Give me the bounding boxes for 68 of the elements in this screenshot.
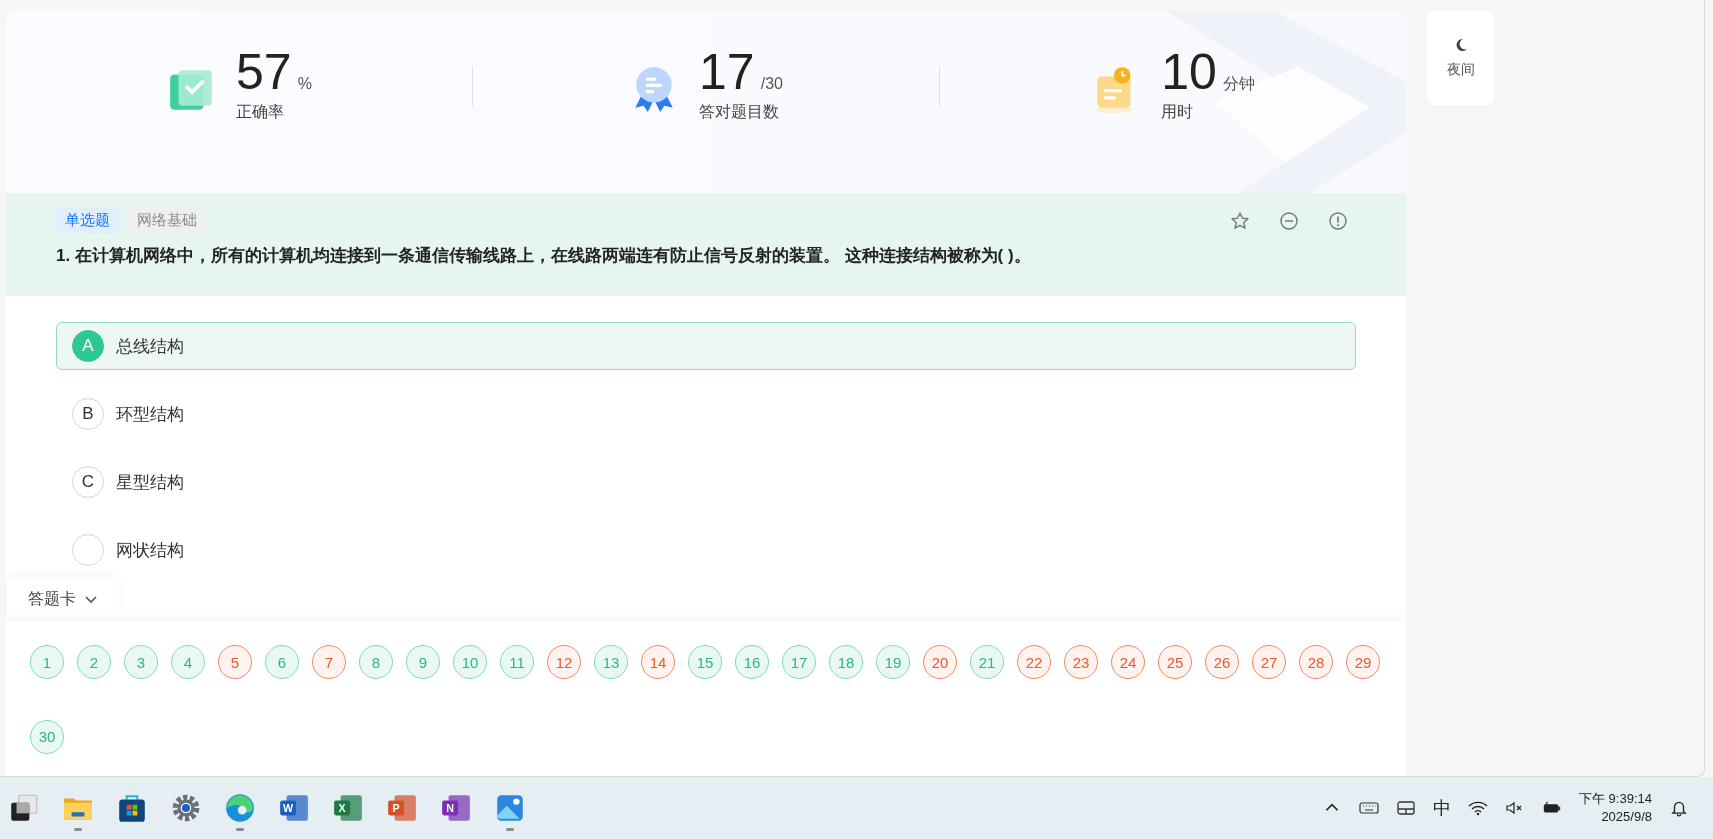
question-number[interactable]: 21 (970, 645, 1004, 679)
input-method-indicator[interactable]: 中 (1433, 796, 1451, 820)
stat-label: 用时 (1161, 102, 1195, 122)
minus-circle-icon[interactable] (1279, 210, 1299, 231)
question-number[interactable]: 19 (876, 645, 910, 679)
night-mode-button[interactable]: 夜间 (1427, 11, 1494, 105)
question-number[interactable]: 17 (782, 645, 816, 679)
question-number[interactable]: 3 (124, 645, 158, 679)
answer-option[interactable]: 网状结构 (56, 526, 1356, 574)
stat-unit: 分钟 (1222, 74, 1255, 94)
question-number[interactable]: 9 (406, 645, 440, 679)
answer-option[interactable]: B 环型结构 (56, 390, 1356, 438)
question-number[interactable]: 28 (1299, 645, 1333, 679)
question-number[interactable]: 10 (453, 645, 487, 679)
question-number[interactable]: 5 (218, 645, 252, 679)
question-number[interactable]: 24 (1111, 645, 1145, 679)
clock-time[interactable]: 下午 9:39:14 (1579, 790, 1652, 808)
stat-unit: /30 (760, 75, 783, 93)
info-icon[interactable] (1328, 210, 1348, 231)
question-number[interactable]: 16 (735, 645, 769, 679)
touchpad-icon[interactable] (1396, 799, 1416, 817)
question-number[interactable]: 14 (641, 645, 675, 679)
answer-option[interactable]: A 总线结构 (56, 322, 1356, 370)
question-number[interactable]: 11 (500, 645, 534, 679)
stat-value: 17 (699, 44, 755, 100)
question-number[interactable]: 29 (1346, 645, 1380, 679)
question-number[interactable]: 18 (829, 645, 863, 679)
question-tag: 单选题 (56, 208, 119, 233)
answer-option[interactable]: C 星型结构 (56, 458, 1356, 506)
option-text: 总线结构 (116, 335, 184, 358)
question-number[interactable]: 15 (688, 645, 722, 679)
browser-icon[interactable] (224, 791, 256, 824)
question-number[interactable]: 20 (923, 645, 957, 679)
question-number[interactable]: 8 (359, 645, 393, 679)
stat-value: 10 (1161, 44, 1217, 100)
question-number[interactable]: 30 (30, 719, 64, 754)
stat-unit: % (297, 75, 312, 93)
option-letter: B (72, 398, 104, 430)
question-number[interactable]: 22 (1017, 645, 1051, 679)
question-number[interactable]: 26 (1205, 645, 1239, 679)
question-number[interactable]: 23 (1064, 645, 1098, 679)
chevron-down-icon (84, 594, 98, 605)
stat-label: 答对题目数 (699, 102, 781, 122)
question-number[interactable]: 25 (1158, 645, 1192, 679)
question-number[interactable]: 2 (77, 645, 111, 679)
question-number[interactable]: 12 (547, 645, 581, 679)
notification-bell-icon[interactable] (1669, 799, 1689, 817)
question-number[interactable]: 7 (312, 645, 346, 679)
stat-label: 正确率 (236, 102, 286, 122)
question-number[interactable]: 1 (30, 645, 64, 679)
keyboard-icon[interactable] (1359, 799, 1379, 817)
option-letter: C (72, 466, 104, 498)
question-number[interactable]: 13 (594, 645, 628, 679)
wifi-icon[interactable] (1468, 799, 1488, 817)
question-tag: 网络基础 (128, 208, 206, 233)
option-text: 环型结构 (116, 403, 184, 426)
star-icon[interactable] (1230, 210, 1250, 231)
stat-value: 57 (236, 44, 292, 100)
option-text: 网状结构 (116, 539, 184, 562)
question-number[interactable]: 4 (171, 645, 205, 679)
option-letter: A (72, 330, 104, 362)
question-text: 1. 在计算机网络中，所有的计算机均连接到一条通信传输线路上，在线路两端连有防止信号反射的装置。 这种连接结构被称为( )。 (56, 245, 1032, 267)
option-circle (72, 534, 104, 566)
question-number[interactable]: 6 (265, 645, 299, 679)
question-number[interactable]: 27 (1252, 645, 1286, 679)
answer-card-toggle[interactable]: 答题卡 (8, 577, 118, 621)
clock-date[interactable]: 2025/9/8 (1601, 808, 1652, 826)
option-text: 星型结构 (116, 471, 184, 494)
